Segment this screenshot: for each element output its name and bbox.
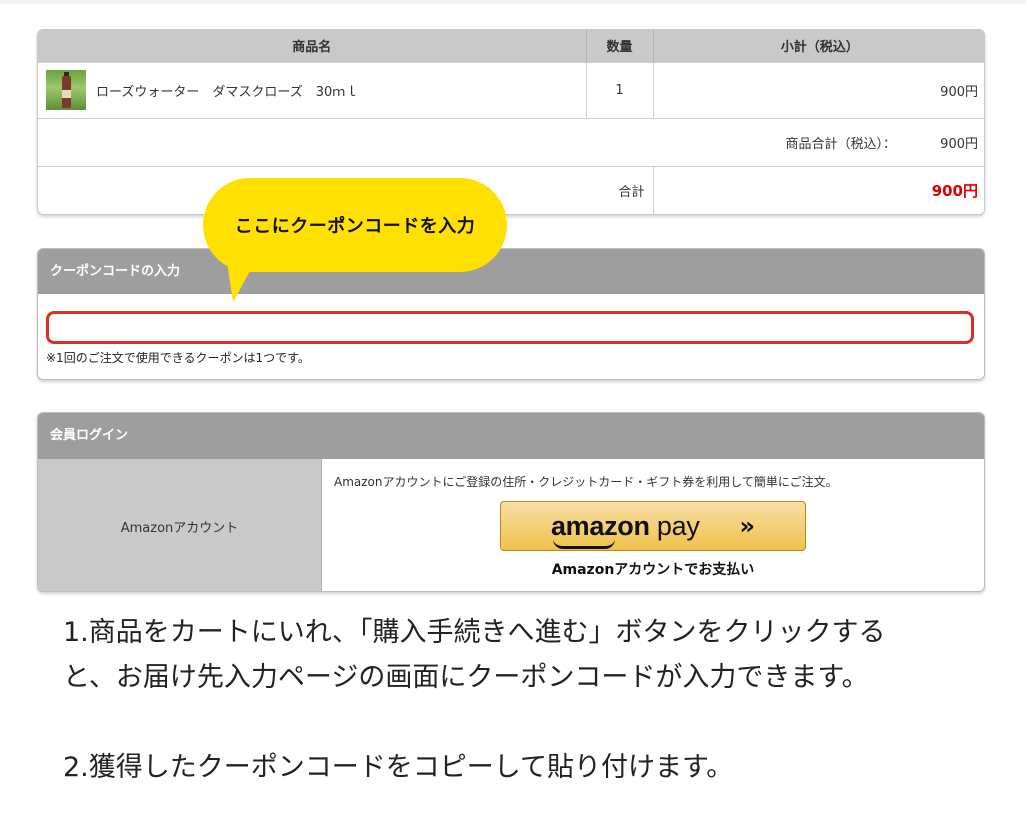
header-quantity: 数量 xyxy=(586,30,654,62)
callout-bubble: ここにクーポンコードを入力 xyxy=(203,178,507,272)
amazon-description: Amazonアカウントにご登録の住所・クレジットカード・ギフト券を利用して簡単に… xyxy=(334,475,838,489)
coupon-code-input[interactable] xyxy=(49,314,971,341)
amazon-smile-icon xyxy=(552,539,615,549)
product-cell: ローズウォーター ダマスクローズ 30ｍｌ xyxy=(38,61,587,118)
total-price: 900円 xyxy=(931,181,978,200)
top-divider xyxy=(0,0,1026,4)
header-product: 商品名 xyxy=(38,30,587,62)
coupon-panel: クーポンコードの入力 ※1回のご注文で使用できるクーポンは1つです。 xyxy=(37,248,985,380)
product-thumbnail[interactable] xyxy=(46,70,86,110)
total-row: 合計 900円 xyxy=(38,165,984,214)
subtotal-label: 商品合計（税込）： xyxy=(785,136,897,152)
table-row: ローズウォーター ダマスクローズ 30ｍｌ 1 900円 xyxy=(38,61,984,118)
subtotal-value: 900円 xyxy=(940,136,978,152)
instruction-step1-line2: と、お届け先入力ページの画面にクーポンコードが入力できます。 xyxy=(63,662,869,693)
coupon-note: ※1回のご注文で使用できるクーポンは1つです。 xyxy=(46,351,310,365)
login-panel-title: 会員ログイン xyxy=(38,413,984,459)
amazon-account-label: Amazonアカウント xyxy=(38,459,322,591)
subtotal-row: 商品合計（税込）： 900円 xyxy=(38,117,984,166)
quantity-cell: 1 xyxy=(586,61,654,118)
instruction-step1-line1: 1.商品をカートにいれ、「購入手続きへ進む」ボタンをクリックする xyxy=(63,617,886,648)
cart-header-row: 商品名 数量 小計（税込） xyxy=(38,30,984,62)
amazon-pay-section: Amazonアカウントにご登録の住所・クレジットカード・ギフト券を利用して簡単に… xyxy=(322,459,984,591)
amazon-pay-button[interactable]: amazon pay » xyxy=(500,501,806,551)
cart-table: 商品名 数量 小計（税込） ローズウォーター ダマスクローズ 30ｍｌ 1 90… xyxy=(37,29,985,215)
amazon-pay-logo: amazon pay xyxy=(551,511,700,549)
product-name[interactable]: ローズウォーター ダマスクローズ 30ｍｌ xyxy=(96,81,358,100)
chevron-right-icon: » xyxy=(739,512,756,540)
coupon-input-highlight xyxy=(46,311,974,344)
member-login-panel: 会員ログイン Amazonアカウント Amazonアカウントにご登録の住所・クレ… xyxy=(37,412,985,592)
coupon-panel-title: クーポンコードの入力 xyxy=(38,249,984,294)
amazon-pay-caption: Amazonアカウントでお支払い xyxy=(551,562,755,578)
instructions: 1.商品をカートにいれ、「購入手続きへ進む」ボタンをクリックする と、お届け先入… xyxy=(63,610,993,790)
item-price: 900円 xyxy=(653,61,984,118)
instruction-step2: 2.獲得したクーポンコードをコピーして貼り付けます。 xyxy=(63,752,734,783)
header-subtotal: 小計（税込） xyxy=(653,30,984,62)
